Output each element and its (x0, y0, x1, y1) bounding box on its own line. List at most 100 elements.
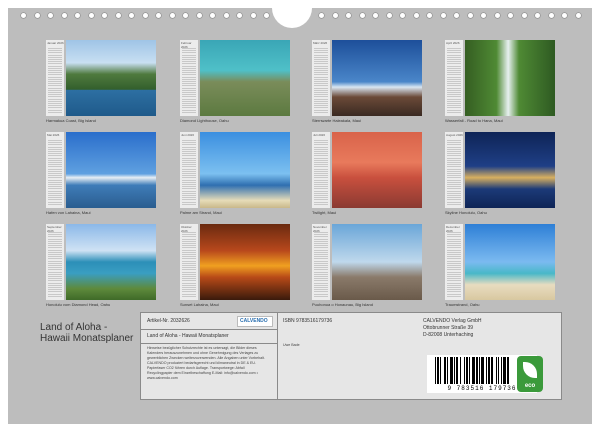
barcode-bar (460, 357, 461, 384)
barcode-bar (498, 357, 499, 384)
barcode-bar (466, 357, 468, 384)
month-thumbnail: November 2026 (312, 224, 422, 300)
month-thumbnail: Juli 2026 (312, 132, 422, 208)
mini-calendar: Juni 2026 (180, 132, 198, 208)
month-label: Juli 2026 (313, 133, 326, 137)
binding-hole (47, 12, 54, 19)
barcode-bar (450, 357, 453, 384)
month-label: August 2026 (446, 133, 463, 137)
binding-hole (169, 12, 176, 19)
barcode-bar (486, 357, 487, 384)
binding-hole (548, 12, 555, 19)
month-photo (465, 224, 555, 300)
binding-hole (142, 12, 149, 19)
month-photo (332, 224, 422, 300)
binding-hole (332, 12, 339, 19)
mini-calendar: Dezember 2026 (445, 224, 463, 300)
barcode-bar (491, 357, 493, 384)
binding-hole (467, 12, 474, 19)
barcode-bar (496, 357, 497, 384)
barcode-bar (440, 357, 441, 384)
binding-hole (182, 12, 189, 19)
binding-hole (494, 12, 501, 19)
photo-caption: Honolulu vom Diamond Head, Oahu (46, 302, 111, 307)
barcode-bar (476, 357, 478, 384)
barcode-bar (464, 357, 465, 384)
photo-caption: Diamond Lighthouse, Oahu (180, 118, 229, 123)
binding-hole (34, 12, 41, 19)
month-thumbnail: August 2026 (445, 132, 555, 208)
barcode-bar (469, 357, 470, 384)
binding-hole (426, 12, 433, 19)
eco-badge: eco (517, 356, 543, 392)
mini-calendar: Januar 2026 (46, 40, 64, 116)
month-photo (200, 224, 290, 300)
barcode-bar (501, 357, 502, 384)
binding-hole (386, 12, 393, 19)
mini-calendar: Oktober 2026 (180, 224, 198, 300)
month-label: Februar 2026 (181, 41, 192, 49)
binding-hole (534, 12, 541, 19)
binding-hole (359, 12, 366, 19)
photo-caption: Skyline Honolulu, Oahu (445, 210, 487, 215)
month-label: März 2026 (313, 41, 328, 45)
month-photo (465, 132, 555, 208)
month-label: Mai 2026 (47, 133, 60, 137)
photo-caption: Harmakua Coast, Big Island (46, 118, 96, 123)
binding-hole (115, 12, 122, 19)
isbn: ISBN 9783516179736 (283, 318, 333, 324)
binding-hole (413, 12, 420, 19)
title-line-1: Land of Aloha - (40, 322, 108, 333)
month-label: Dezember 2026 (446, 225, 460, 233)
month-thumbnail: Februar 2026 (180, 40, 290, 116)
month-label: Juni 2026 (181, 133, 195, 137)
month-thumbnail: September 2026 (46, 224, 156, 300)
photo-caption: Traumstrand, Oahu (445, 302, 480, 307)
publisher-city: D-82008 Unterhaching (423, 332, 474, 338)
mini-calendar: August 2026 (445, 132, 463, 208)
info-panel: Artikel-Nr. 2032626 CALVENDO Land of Alo… (140, 312, 562, 400)
title-line-2: Hawaii Monatsplaner (40, 333, 134, 344)
legal-notice: Hinweise bezüglicher Schutzrechte ist es… (147, 346, 265, 380)
binding-hole (345, 12, 352, 19)
month-photo (66, 132, 156, 208)
binding-hole (440, 12, 447, 19)
binding-hole (480, 12, 487, 19)
binding-hole (575, 12, 582, 19)
binding-hole (155, 12, 162, 19)
publisher-street: Ottobrunner Straße 39 (423, 325, 474, 331)
mini-calendar: Juli 2026 (312, 132, 330, 208)
barcode-bar (488, 357, 490, 384)
barcode-bar (447, 357, 448, 384)
barcode-bar (444, 357, 446, 384)
binding-hole (399, 12, 406, 19)
binding-hole (101, 12, 108, 19)
month-thumbnail: Mai 2026 (46, 132, 156, 208)
month-photo (66, 224, 156, 300)
binding-hole (223, 12, 230, 19)
month-thumbnail: Dezember 2026 (445, 224, 555, 300)
calendar-title: Land of Aloha - Hawaii Monatsplaner (40, 322, 133, 344)
binding-hole (372, 12, 379, 19)
photo-caption: Hafen von Lahaina, Maui (46, 210, 91, 215)
photo-caption: Twilight, Maui (312, 210, 337, 215)
month-photo (332, 40, 422, 116)
mini-calendar: April 2026 (445, 40, 463, 116)
month-photo (465, 40, 555, 116)
binding-hole (61, 12, 68, 19)
mini-calendar: November 2026 (312, 224, 330, 300)
calendar-subtitle: Land of Aloha - Hawaii Monatsplaner (147, 333, 229, 339)
publisher-name: CALVENDO Verlag GmbH (423, 318, 482, 324)
photographer: Uwe Bade (283, 343, 300, 347)
calvendo-logo: CALVENDO (237, 316, 273, 327)
photo-caption: Wasserfall - Road to Hana, Maui (445, 118, 503, 123)
binding-hole (236, 12, 243, 19)
mini-calendar: Februar 2026 (180, 40, 198, 116)
barcode-bar (435, 357, 436, 384)
month-photo (200, 132, 290, 208)
binding-hole (74, 12, 81, 19)
barcode-bar (456, 357, 458, 384)
binding-hole (88, 12, 95, 19)
binding-hole (507, 12, 514, 19)
barcode-bar (472, 357, 475, 384)
